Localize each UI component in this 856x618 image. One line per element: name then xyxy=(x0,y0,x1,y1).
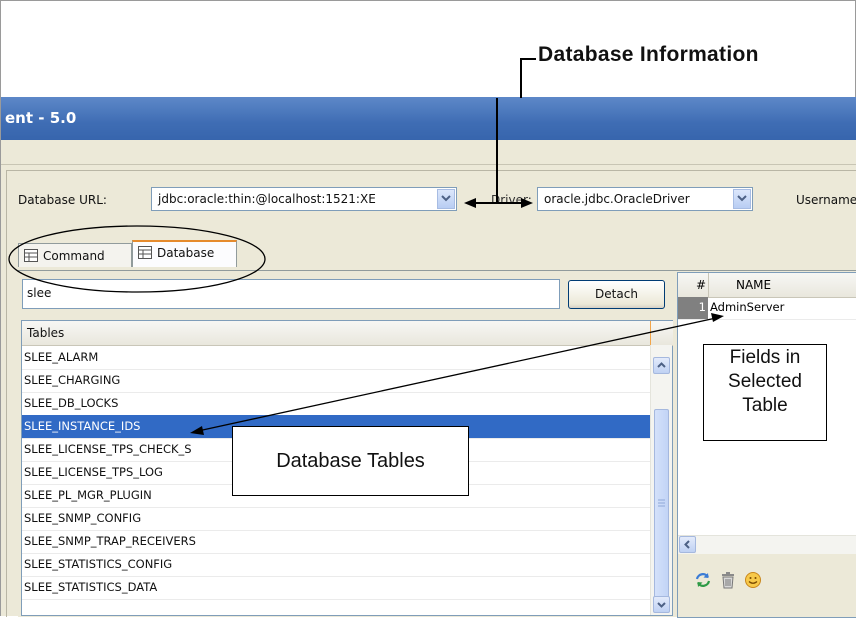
fields-col-name: NAME xyxy=(736,278,772,292)
scroll-thumb[interactable] xyxy=(654,409,669,599)
window-titlebar[interactable]: ent - 5.0 xyxy=(1,97,856,140)
field-row[interactable]: 1 AdminServer xyxy=(678,297,856,320)
callout-line: Table xyxy=(742,395,788,416)
refresh-icon[interactable] xyxy=(694,571,712,594)
fields-toolbar xyxy=(678,554,856,617)
header-corner xyxy=(650,321,673,346)
tab-label: Database xyxy=(157,246,215,260)
tab-label: Command xyxy=(43,249,105,263)
fields-horizontal-scrollbar[interactable] xyxy=(678,535,856,554)
table-filter-value: slee xyxy=(27,286,52,300)
scroll-down-button[interactable] xyxy=(653,596,670,613)
fields-col-number: # xyxy=(696,278,707,292)
table-row-label: SLEE_LICENSE_TPS_CHECK_S xyxy=(24,442,192,456)
trash-icon[interactable] xyxy=(719,571,737,594)
driver-label: Driver: xyxy=(491,193,532,207)
table-row-label: SLEE_CHARGING xyxy=(24,373,121,387)
table-row-label: SLEE_SNMP_TRAP_RECEIVERS xyxy=(24,534,196,548)
scroll-up-button[interactable] xyxy=(653,357,670,374)
table-row[interactable]: SLEE_STATISTICS_DATA xyxy=(22,576,650,600)
callout-line: Selected xyxy=(728,371,802,392)
tables-header-label: Tables xyxy=(27,326,65,340)
table-row[interactable]: SLEE_SNMP_TRAP_RECEIVERS xyxy=(22,530,650,554)
scroll-left-button[interactable] xyxy=(679,536,696,553)
table-row-label: SLEE_ALARM xyxy=(24,350,99,364)
table-row[interactable]: SLEE_DB_LOCKS xyxy=(22,392,650,416)
field-row-number: 1 xyxy=(678,297,708,319)
field-number: 1 xyxy=(698,300,706,314)
table-row-label: SLEE_SNMP_CONFIG xyxy=(24,511,142,525)
table-row[interactable]: SLEE_ALARM xyxy=(22,346,650,370)
smiley-icon[interactable] xyxy=(744,571,762,594)
tab-command[interactable]: Command xyxy=(18,243,132,267)
table-row-label: SLEE_DB_LOCKS xyxy=(24,396,119,410)
table-row[interactable]: SLEE_SNMP_CONFIG xyxy=(22,507,650,531)
database-tables-callout: Database Tables xyxy=(232,426,469,496)
database-url-combo[interactable]: jdbc:oracle:thin:@localhost:1521:XE xyxy=(151,187,457,211)
tables-header[interactable]: Tables xyxy=(22,321,650,346)
database-url-value: jdbc:oracle:thin:@localhost:1521:XE xyxy=(158,192,376,206)
database-url-label: Database URL: xyxy=(18,193,107,207)
table-filter-input[interactable]: slee xyxy=(22,279,560,309)
table-row[interactable]: SLEE_STATISTICS_CONFIG xyxy=(22,553,650,577)
fields-header[interactable]: # NAME xyxy=(678,273,856,298)
field-name: AdminServer xyxy=(710,300,785,314)
callout-line: Fields in xyxy=(729,347,801,368)
fields-in-selected-table-callout: Fields in Selected Table xyxy=(703,344,827,441)
username-label: Username xyxy=(796,193,856,207)
database-information-annotation: Database Information xyxy=(538,43,759,66)
chevron-down-icon[interactable] xyxy=(437,189,455,209)
table-row-label: SLEE_INSTANCE_IDS xyxy=(24,419,141,433)
table-icon xyxy=(24,249,38,265)
window-title: ent - 5.0 xyxy=(5,109,77,127)
detach-button[interactable]: Detach xyxy=(568,280,665,309)
table-row-label: SLEE_STATISTICS_CONFIG xyxy=(24,557,173,571)
fields-panel[interactable]: # NAME 1 AdminServer xyxy=(677,272,856,618)
table-row-label: SLEE_PL_MGR_PLUGIN xyxy=(24,488,152,502)
chevron-down-icon[interactable] xyxy=(733,189,751,209)
tab-database[interactable]: Database xyxy=(132,240,237,267)
menu-bar xyxy=(1,140,856,165)
table-row-label: SLEE_LICENSE_TPS_LOG xyxy=(24,465,163,479)
tables-vertical-scrollbar[interactable] xyxy=(650,345,672,615)
driver-combo[interactable]: oracle.jdbc.OracleDriver xyxy=(537,187,753,211)
table-row-label: SLEE_STATISTICS_DATA xyxy=(24,580,158,594)
table-icon xyxy=(138,246,152,262)
table-row[interactable]: SLEE_CHARGING xyxy=(22,369,650,393)
driver-value: oracle.jdbc.OracleDriver xyxy=(544,192,690,206)
column-separator xyxy=(708,273,709,297)
